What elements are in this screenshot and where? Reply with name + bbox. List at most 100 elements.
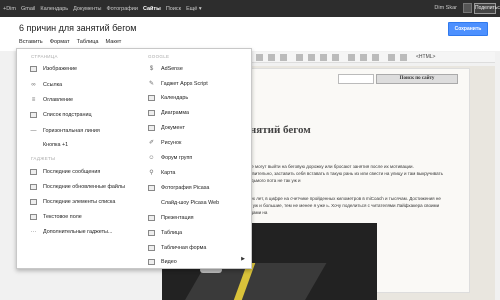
menu-table[interactable]: Таблица <box>77 39 99 45</box>
menu-item-document[interactable]: Документ <box>148 125 185 131</box>
menu-item-picasa-photo[interactable]: Фотография Picasa <box>148 185 209 191</box>
menu-item-label: Диаграмма <box>161 110 190 116</box>
drawing-icon: ✐ <box>148 140 155 146</box>
menu-item-label: Видео <box>161 259 177 265</box>
submenu-arrow-icon: ▶ <box>241 256 245 262</box>
menu-item-image[interactable]: Изображение <box>30 66 77 72</box>
gbar-item-gmail[interactable]: Gmail <box>21 6 35 12</box>
menu-item-label: Табличная форма <box>161 245 207 251</box>
menu-item-label: Горизонтальная линия <box>43 128 100 134</box>
gbar-item-search[interactable]: Поиск <box>166 6 181 12</box>
align-left-icon[interactable] <box>348 54 355 61</box>
gbar-item-calendar[interactable]: Календарь <box>40 6 68 12</box>
html-button[interactable]: <HTML> <box>416 54 435 60</box>
hr-icon: — <box>30 128 37 134</box>
menu-item-presentation[interactable]: Презентация <box>148 215 194 221</box>
list-bulleted-icon[interactable] <box>308 54 315 61</box>
toc-icon: ≡ <box>31 97 36 103</box>
menu-item-more-gadgets[interactable]: ··· Дополнительные гаджеты... <box>30 229 113 235</box>
align-right-icon[interactable] <box>372 54 379 61</box>
menu-item-map[interactable]: ⚲ Карта <box>148 170 175 176</box>
site-search-button[interactable]: Поиск по сайту <box>376 74 458 84</box>
format-toolbar: <HTML> <box>240 52 495 63</box>
files-icon <box>30 184 37 190</box>
menu-item-subpages[interactable]: Список подстраниц <box>30 112 92 118</box>
menu-item-plus-one[interactable]: Кнопка +1 <box>30 142 68 148</box>
clear-format-icon[interactable] <box>400 54 407 61</box>
calendar-icon <box>148 95 155 101</box>
form-icon <box>148 245 155 251</box>
menu-bar: Вставить Формат Таблица Макет <box>19 39 128 45</box>
indent-less-icon[interactable] <box>320 54 327 61</box>
link-icon[interactable] <box>388 54 395 61</box>
menu-item-label: Последние элементы списка <box>43 199 116 205</box>
menu-layout[interactable]: Макет <box>106 39 122 45</box>
gbar-item-documents[interactable]: Документы <box>73 6 101 12</box>
align-center-icon[interactable] <box>360 54 367 61</box>
menu-item-drawing[interactable]: ✐ Рисунок <box>148 140 181 146</box>
user-name[interactable]: Dim Skar <box>434 5 457 11</box>
menu-item-label: Гаджет Apps Script <box>161 81 208 87</box>
textbox-icon <box>30 214 37 220</box>
menu-item-video[interactable]: Видео <box>148 259 177 265</box>
list-icon <box>30 199 37 205</box>
section-google: GOOGLE <box>148 54 170 59</box>
menu-item-label: Документ <box>161 125 185 131</box>
menu-item-label: Фотография Picasa <box>161 185 210 191</box>
menu-item-recent-list[interactable]: Последние элементы списка <box>30 199 115 205</box>
subpages-icon <box>30 112 37 118</box>
gbar-item-sites[interactable]: Сайты <box>143 6 161 12</box>
menu-item-picasa-slideshow[interactable]: Слайд-шоу Picasa Web <box>148 200 219 206</box>
groups-icon: ☺ <box>148 155 155 161</box>
insert-menu-dropdown: СТРАНИЦА Изображение ∞ Ссылка ≡ Оглавлен… <box>16 48 252 269</box>
page-title[interactable]: 6 причин для занятий бегом <box>19 23 136 33</box>
messages-icon <box>30 169 37 175</box>
menu-item-recent-posts[interactable]: Последние сообщения <box>30 169 100 175</box>
menu-item-label: Календарь <box>161 95 189 101</box>
doc-header: 6 причин для занятий бегом Вставить Форм… <box>0 17 500 51</box>
more-icon: ··· <box>30 229 37 235</box>
menu-format[interactable]: Формат <box>50 39 70 45</box>
section-gadgets: ГАДЖЕТЫ <box>31 156 56 161</box>
menu-item-hr[interactable]: — Горизонтальная линия <box>30 128 100 134</box>
list-numbered-icon[interactable] <box>296 54 303 61</box>
menu-item-text-box[interactable]: Текстовое поле <box>30 214 82 220</box>
menu-item-toc[interactable]: ≡ Оглавление <box>30 97 73 103</box>
indent-more-icon[interactable] <box>332 54 339 61</box>
menu-item-link[interactable]: ∞ Ссылка <box>30 82 62 88</box>
font-color-icon[interactable] <box>280 54 287 61</box>
site-search-input[interactable] <box>338 74 374 84</box>
menu-item-apps-script[interactable]: ✎ Гаджет Apps Script <box>148 81 208 87</box>
menu-item-label: Рисунок <box>161 140 182 146</box>
menu-item-label: Ссылка <box>43 82 63 88</box>
post-paragraph-1[interactable]: оди не могут выйти на беговую дорожку ил… <box>240 163 444 184</box>
document-icon <box>148 125 155 131</box>
menu-item-adsense[interactable]: $ AdSense <box>148 66 183 72</box>
presentation-icon <box>148 215 155 221</box>
gbar-item-photos[interactable]: Фотографии <box>107 6 138 12</box>
menu-item-chart[interactable]: Диаграмма <box>148 110 189 116</box>
google-bar: +Dim Gmail Календарь Документы Фотографи… <box>0 0 500 17</box>
italic-icon[interactable] <box>256 54 263 61</box>
video-icon <box>148 259 155 265</box>
menu-item-calendar[interactable]: Календарь <box>148 95 188 101</box>
menu-item-form[interactable]: Табличная форма <box>148 245 206 251</box>
section-page: СТРАНИЦА <box>31 54 58 59</box>
menu-item-groups-forum[interactable]: ☺ Форум групп <box>148 155 192 161</box>
save-button[interactable]: Сохранить <box>448 22 488 36</box>
menu-item-recent-files[interactable]: Последние обновленные файлы <box>30 184 125 190</box>
gbar-item-plus[interactable]: +Dim <box>3 6 16 12</box>
menu-item-label: AdSense <box>161 66 183 72</box>
menu-item-label: Форум групп <box>161 155 193 161</box>
table-icon <box>148 230 155 236</box>
menu-item-spreadsheet[interactable]: Таблица <box>148 230 182 236</box>
underline-icon[interactable] <box>268 54 275 61</box>
chart-icon <box>148 110 155 116</box>
user-avatar-icon[interactable] <box>463 3 472 13</box>
share-button[interactable]: Поделиться <box>474 3 500 14</box>
post-paragraph-2[interactable]: то трех лет, в цифре на счетчике пройден… <box>240 195 444 216</box>
menu-item-label: Карта <box>161 170 176 176</box>
gbar-item-more[interactable]: Ещё ▾ <box>186 6 202 12</box>
menu-insert[interactable]: Вставить <box>19 39 43 45</box>
script-icon: ✎ <box>148 81 155 87</box>
